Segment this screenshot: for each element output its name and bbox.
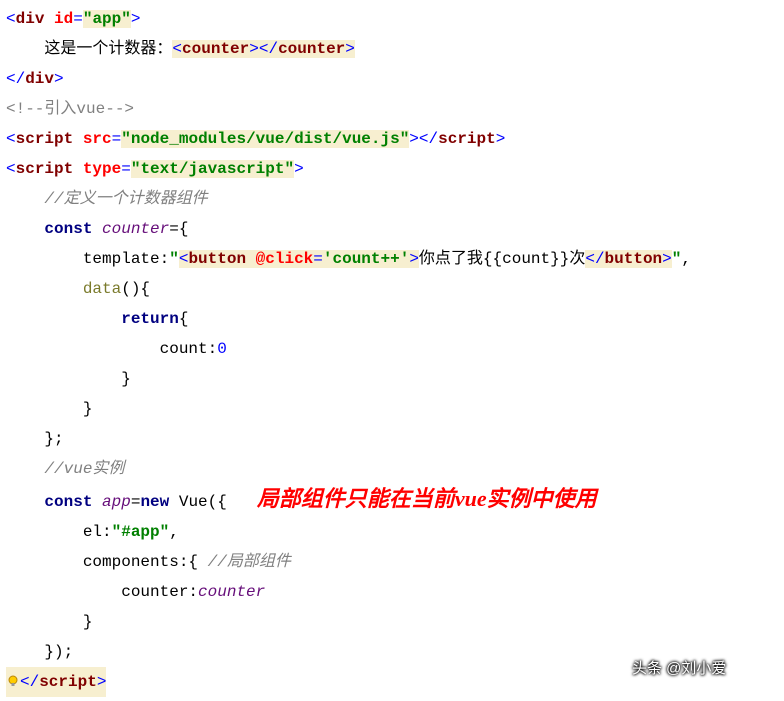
code-line: data(){: [6, 274, 778, 304]
code-block: <div id="app"> 这是一个计数器：<counter></counte…: [6, 4, 778, 697]
code-line: components:{ //局部组件: [6, 547, 778, 577]
code-line: 这是一个计数器：<counter></counter>: [6, 34, 778, 64]
code-line: }: [6, 364, 778, 394]
code-line: el:"#app",: [6, 517, 778, 547]
code-line: return{: [6, 304, 778, 334]
code-line: count:0: [6, 334, 778, 364]
code-line: }: [6, 607, 778, 637]
lightbulb-icon: [6, 669, 20, 699]
code-line: //定义一个计数器组件: [6, 184, 778, 214]
code-line: //vue实例: [6, 454, 778, 484]
annotation-text: 局部组件只能在当前vue实例中使用: [257, 484, 597, 514]
code-line: <div id="app">: [6, 4, 778, 34]
code-line: template:"<button @click='count++'>你点了我{…: [6, 244, 778, 274]
code-line: }: [6, 394, 778, 424]
code-line: const counter={: [6, 214, 778, 244]
code-line: const app=new Vue({局部组件只能在当前vue实例中使用: [6, 484, 778, 517]
code-line: <script src="node_modules/vue/dist/vue.j…: [6, 124, 778, 154]
code-line: <!--引入vue-->: [6, 94, 778, 124]
code-line: </script>: [6, 667, 106, 697]
watermark: 头条 @刘小爱: [632, 654, 726, 684]
code-line: };: [6, 424, 778, 454]
code-line: </div>: [6, 64, 778, 94]
code-line: <script type="text/javascript">: [6, 154, 778, 184]
code-line: counter:counter: [6, 577, 778, 607]
